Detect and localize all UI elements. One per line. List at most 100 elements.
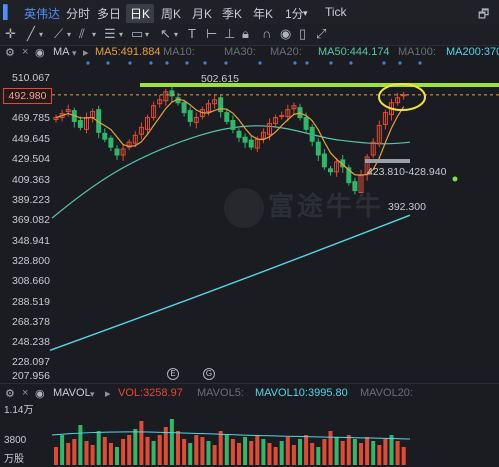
settings-gear-icon[interactable]: ⚙ <box>5 46 15 59</box>
parallel-tool-icon[interactable]: ⫽ <box>79 26 85 42</box>
close-icon[interactable]: × <box>22 46 28 58</box>
price-tick: 228.097 <box>12 356 50 368</box>
tab-tick[interactable]: Tick <box>325 5 347 19</box>
volume-bar <box>60 435 65 465</box>
volume-bar <box>90 445 95 465</box>
sidebar-toggle-icon[interactable]: ▌ <box>3 4 12 19</box>
trash-icon[interactable]: ▯ <box>299 26 306 42</box>
mavol-label[interactable]: MAVOL <box>53 387 91 399</box>
crosshair-icon[interactable]: ✛ <box>5 26 16 42</box>
event-dot <box>106 61 110 65</box>
chevron-down-icon[interactable]: ▾ <box>174 30 178 39</box>
candle-body <box>108 137 114 148</box>
event-marker-e[interactable]: E <box>167 368 179 380</box>
tab-minute[interactable]: 1分 <box>285 5 304 22</box>
price-tick: 389.223 <box>12 194 50 206</box>
volume-bar <box>322 439 327 465</box>
chevron-down-icon[interactable]: ▾ <box>92 30 96 39</box>
tab-intraday[interactable]: 分时 <box>66 5 90 22</box>
measure-tool-icon[interactable]: ⊢ <box>206 26 217 42</box>
candle-body <box>279 115 285 118</box>
volume-bar <box>377 445 382 465</box>
marker-dot <box>452 176 458 182</box>
ma-label[interactable]: MA <box>53 46 70 58</box>
price-tick: 268.378 <box>12 316 50 328</box>
candle-body <box>230 119 236 130</box>
volume-bar <box>212 445 217 465</box>
volume-bar <box>169 419 174 465</box>
eye-icon[interactable]: ◉ <box>35 46 45 59</box>
tab-yearly-k[interactable]: 年K <box>253 5 273 22</box>
popout-icon[interactable]: 🗗 <box>478 5 489 26</box>
price-tick: 248.238 <box>12 336 50 348</box>
candle-body <box>218 97 224 113</box>
watermark-text: 富途牛牛 <box>268 191 385 221</box>
volume-bar <box>121 439 126 465</box>
volume-bars <box>54 419 406 465</box>
volume-bar <box>182 439 187 465</box>
lock-icon[interactable]: 🔒︎ <box>242 26 249 42</box>
ray-tool-icon[interactable]: ⟋ <box>54 26 63 42</box>
chevron-down-icon[interactable]: ▾ <box>39 30 43 39</box>
shape-tool-icon[interactable]: ▭ <box>131 26 143 42</box>
volume-axis-top: 1.14万 <box>4 405 34 416</box>
ma-dropdown-icon[interactable]: ▾ <box>72 48 77 59</box>
chevron-down-icon[interactable]: ▾ <box>119 30 123 39</box>
tab-multi-day[interactable]: 多日 <box>97 5 121 22</box>
volume-bar <box>194 435 199 465</box>
period-tab-bar: ▌ 英伟达 分时 多日 日K 周K 月K 季K 年K 1分 ▾ Tick 🗗 <box>0 0 499 25</box>
tab-monthly-k[interactable]: 月K <box>192 5 212 22</box>
candle-body <box>303 117 309 130</box>
low-price-label: 392.300 <box>388 201 426 213</box>
volume-bar <box>188 443 193 465</box>
candle-body <box>77 119 83 128</box>
tab-weekly-k[interactable]: 周K <box>161 5 181 22</box>
text-tool-icon[interactable]: T <box>188 26 196 41</box>
candle-body <box>242 136 248 143</box>
event-dot <box>382 61 386 65</box>
ma200-value: MA200:370.2 <box>446 46 499 58</box>
volume-bar <box>84 441 89 465</box>
volume-bar <box>157 435 162 465</box>
candle-body <box>248 139 254 148</box>
tab-daily-k[interactable]: 日K <box>126 4 155 23</box>
ma20-value: MA20: <box>270 46 302 58</box>
volume-bar <box>249 441 254 465</box>
close-icon[interactable]: × <box>22 387 28 399</box>
volume-chart[interactable] <box>0 399 499 467</box>
volume-bar <box>224 435 229 465</box>
volume-bar <box>218 431 223 465</box>
magnet-icon[interactable]: ∩ <box>262 26 271 41</box>
volume-bar <box>328 431 333 465</box>
volume-bar <box>291 445 296 465</box>
line-tool-icon[interactable]: ╱ <box>27 26 35 42</box>
volume-bar <box>200 437 205 465</box>
expand-icon[interactable]: ⤢ <box>316 26 326 42</box>
volume-bar <box>383 439 388 465</box>
volume-bar <box>310 443 315 465</box>
mavol10-value: MAVOL10:3995.80 <box>255 387 348 399</box>
volume-bar <box>96 431 101 465</box>
collapse-icon[interactable]: ▸ <box>83 46 89 59</box>
candle-body <box>181 102 187 114</box>
pin-tool-icon[interactable]: ⊥ <box>224 26 235 42</box>
volume-bar <box>108 443 113 465</box>
minute-dropdown-icon[interactable]: ▾ <box>303 8 308 19</box>
cursor-tool-icon[interactable]: ↖ <box>160 26 171 42</box>
volume-bar <box>127 435 132 465</box>
eye-icon[interactable]: ◉ <box>280 26 291 42</box>
chevron-down-icon[interactable]: ▾ <box>67 30 71 39</box>
chevron-down-icon[interactable]: ▾ <box>145 30 149 39</box>
stock-name[interactable]: 英伟达 <box>24 5 60 22</box>
volume-bar <box>237 443 241 465</box>
volume-bar <box>133 429 138 465</box>
event-dot <box>165 61 169 65</box>
candle-body <box>309 126 315 142</box>
fibonacci-tool-icon[interactable]: ☰ <box>104 26 116 42</box>
event-dot-row <box>86 61 422 65</box>
event-dot <box>86 61 90 65</box>
volume-axis-unit: 万股 <box>4 454 24 465</box>
event-marker-g[interactable]: G <box>203 368 215 380</box>
price-tick: 348.941 <box>12 235 50 247</box>
tab-quarterly-k[interactable]: 季K <box>222 5 242 22</box>
